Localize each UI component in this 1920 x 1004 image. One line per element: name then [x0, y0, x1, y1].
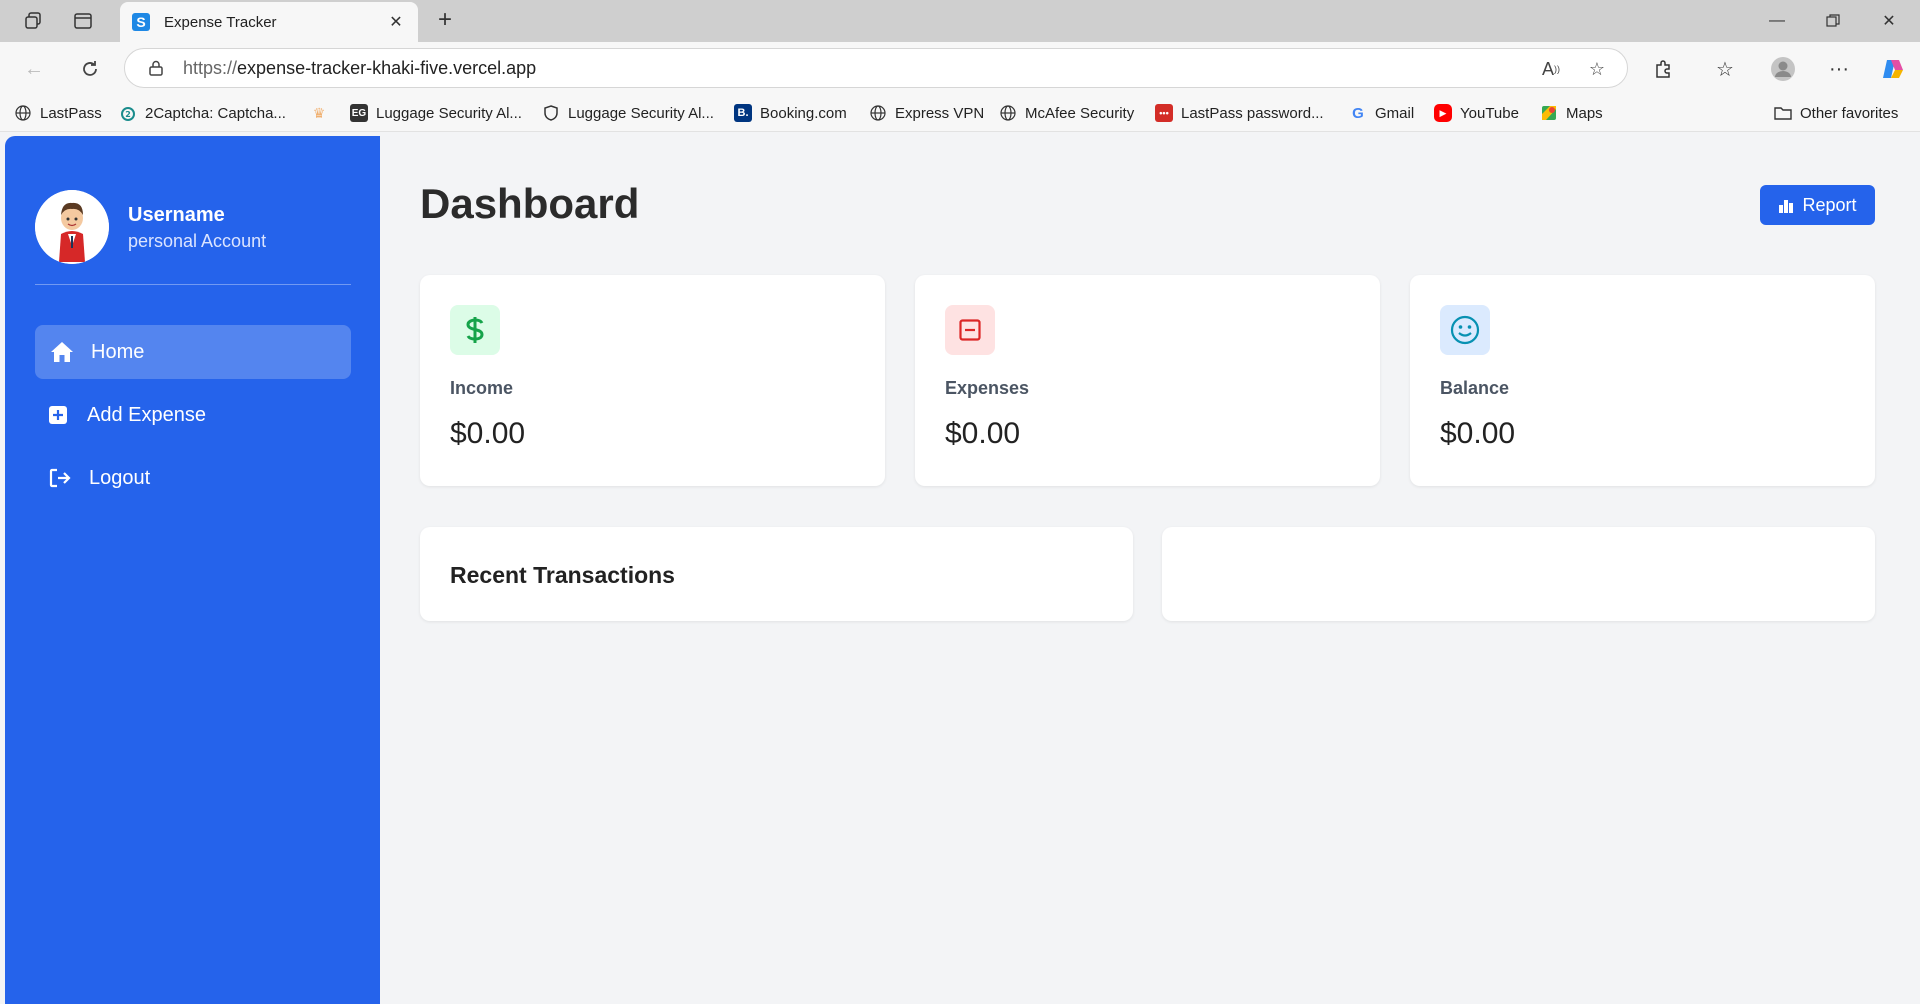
income-card: Income $0.00: [420, 275, 885, 486]
booking-icon: B.: [734, 104, 752, 122]
browser-tab-strip: S Expense Tracker ✕ + — ✕: [0, 0, 1920, 42]
profile-icon[interactable]: [1768, 54, 1798, 84]
new-tab-button[interactable]: +: [430, 6, 460, 36]
bookmark-youtube[interactable]: ▶ YouTube: [1434, 102, 1519, 124]
smile-icon: [1440, 305, 1490, 355]
recent-transactions-title: Recent Transactions: [450, 562, 675, 588]
bookmark-maps[interactable]: Maps: [1540, 102, 1603, 124]
balance-card: Balance $0.00: [1410, 275, 1875, 486]
more-icon[interactable]: ···: [1824, 54, 1854, 84]
tab-close-icon[interactable]: ✕: [386, 12, 406, 32]
stat-value: $0.00: [450, 417, 526, 450]
page-title: Dashboard: [420, 180, 640, 227]
stat-label: Balance: [1440, 378, 1510, 398]
copilot-icon[interactable]: [1878, 54, 1908, 84]
recent-transactions-panel: Recent Transactions: [420, 527, 1133, 621]
minus-square-icon: [945, 305, 995, 355]
chart-panel: [1162, 527, 1875, 621]
favorite-star-icon[interactable]: ☆: [1585, 57, 1609, 81]
tab-actions-icon[interactable]: [68, 7, 98, 35]
tab-favicon-icon: S: [132, 13, 150, 31]
active-tab[interactable]: S Expense Tracker ✕: [120, 2, 418, 42]
sidebar-item-logout[interactable]: Logout: [35, 451, 351, 505]
sidebar-item-home[interactable]: Home: [35, 325, 351, 379]
close-window-icon[interactable]: ✕: [1864, 8, 1914, 34]
bookmarks-bar: LastPass 2 2Captcha: Captcha... ♛ EG Lug…: [0, 94, 1920, 132]
crown-icon: ♛: [312, 104, 326, 121]
username: Username: [128, 204, 225, 226]
stat-value: $0.00: [945, 417, 1021, 450]
stat-label: Expenses: [945, 378, 1030, 398]
captcha-icon: 2: [119, 104, 137, 122]
folder-icon: [1774, 104, 1792, 122]
lastpass-icon: •••: [1155, 104, 1173, 122]
restore-icon[interactable]: [1808, 8, 1858, 34]
globe-icon: [999, 104, 1017, 122]
sidebar: Username personal Account Home Add Expen…: [5, 136, 380, 1004]
bookmark-other-favorites[interactable]: Other favorites: [1774, 102, 1898, 124]
bookmark-expressvpn[interactable]: Express VPN: [869, 102, 984, 124]
address-bar-row: ← https://expense-tracker-khaki-five.ver…: [0, 42, 1920, 94]
extensions-icon[interactable]: [1648, 54, 1678, 84]
bookmark-mcafee[interactable]: McAfee Security: [999, 102, 1134, 124]
bookmark-2captcha[interactable]: 2 2Captcha: Captcha...: [119, 102, 286, 124]
bookmark-lastpass[interactable]: LastPass: [14, 102, 102, 124]
sidebar-item-label: Add Expense: [87, 403, 206, 426]
bookmark-lastpass-password[interactable]: ••• LastPass password...: [1155, 102, 1324, 124]
account-type: personal Account: [128, 231, 267, 251]
globe-icon: [869, 104, 887, 122]
sidebar-divider: [35, 284, 351, 285]
stat-label: Income: [450, 378, 514, 398]
url-text[interactable]: https://expense-tracker-khaki-five.verce…: [183, 58, 536, 79]
svg-text:2: 2: [125, 110, 131, 119]
chart-bar-icon: [1779, 200, 1794, 213]
globe-icon: [14, 104, 32, 122]
maps-icon: [1540, 104, 1558, 122]
logout-icon: [47, 465, 73, 491]
read-aloud-icon[interactable]: A)): [1539, 57, 1563, 81]
bookmark-luggage-1[interactable]: EG Luggage Security Al...: [350, 102, 522, 124]
address-bar[interactable]: https://expense-tracker-khaki-five.verce…: [124, 48, 1628, 88]
plus-square-icon: [45, 402, 71, 428]
youtube-icon: ▶: [1434, 104, 1452, 122]
sidebar-item-add-expense[interactable]: Add Expense: [35, 388, 351, 442]
bookmark-gmail[interactable]: G Gmail: [1349, 102, 1414, 124]
stat-value: $0.00: [1440, 417, 1516, 450]
bookmark-crown[interactable]: ♛: [310, 102, 336, 124]
refresh-icon[interactable]: [74, 53, 106, 85]
home-icon: [49, 339, 75, 365]
expenses-card: Expenses $0.00: [915, 275, 1380, 486]
minimize-icon[interactable]: —: [1752, 8, 1802, 34]
favorites-icon[interactable]: ☆: [1710, 54, 1740, 84]
lock-icon[interactable]: [147, 59, 165, 77]
shield-icon: [542, 104, 560, 122]
eg-icon: EG: [350, 104, 368, 122]
report-button[interactable]: Report: [1760, 185, 1875, 225]
tab-title: Expense Tracker: [164, 13, 277, 31]
google-icon: G: [1352, 104, 1364, 122]
report-button-label: Report: [1802, 194, 1857, 215]
sidebar-item-label: Logout: [89, 466, 151, 489]
sidebar-item-label: Home: [91, 340, 145, 363]
workspaces-icon[interactable]: [18, 7, 48, 35]
back-icon[interactable]: ←: [18, 53, 50, 85]
avatar[interactable]: [35, 190, 109, 264]
bookmark-booking[interactable]: B. Booking.com: [734, 102, 847, 124]
dollar-icon: [450, 305, 500, 355]
bookmark-luggage-2[interactable]: Luggage Security Al...: [542, 102, 714, 124]
